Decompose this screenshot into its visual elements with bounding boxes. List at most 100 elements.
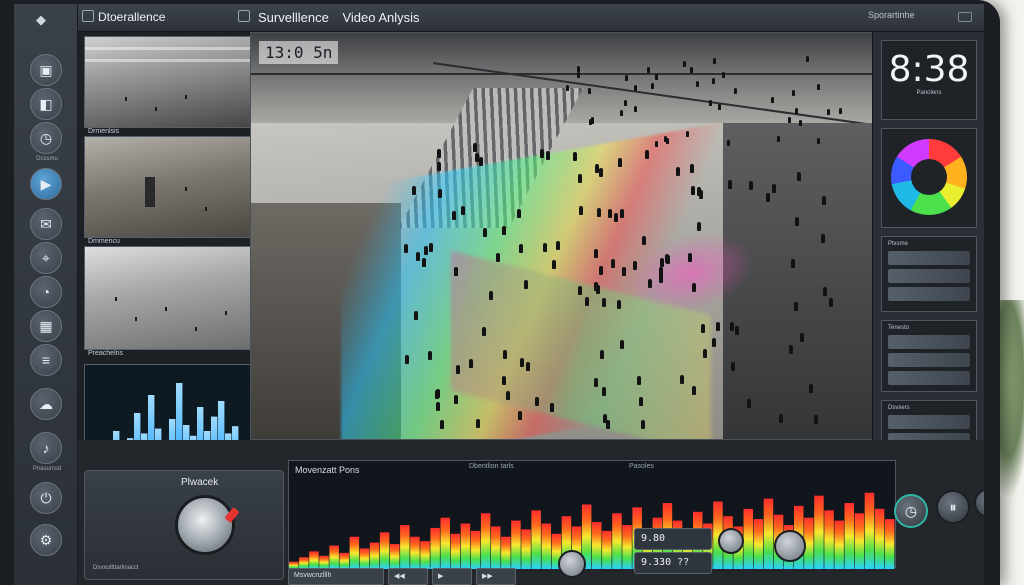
pedestrian [434,389,439,399]
pedestrian [794,302,799,312]
camera-thumb-2[interactable] [84,136,252,238]
chart-bar [491,526,501,569]
pedestrian [594,248,599,258]
pause-button[interactable]: ⏸ [936,490,970,524]
toggle-button[interactable] [718,528,744,554]
chart-bar [410,536,420,569]
readout-1: 9.80 [634,528,712,550]
pedestrian [601,297,606,307]
pedestrian [411,186,416,196]
pedestrian [817,138,821,145]
chart-bar [420,541,430,569]
pedestrian [734,325,739,335]
movement-chart-title: Movenzatt Pons [295,465,360,475]
clock-icon[interactable]: ◷ [30,122,62,154]
pedestrian [594,164,599,174]
pedestrian [619,339,624,349]
record-button[interactable]: ● [974,488,984,518]
cloud-icon[interactable]: ☁ [30,388,62,420]
camera-thumb-1[interactable] [84,36,252,128]
left-icon-bar: ◆ ▣ ◧ ◷ Dcssmu ▶ ✉ ⌖ ◔ ▦ ≡ ☁ ♪ Pnasumsd … [14,4,78,585]
chart-bar [531,510,541,569]
chart-bar [763,498,774,569]
color-wheel-widget[interactable] [881,128,977,228]
pedestrian [702,349,707,359]
pedestrian [440,420,445,430]
main-camera-feed[interactable]: 13:0 5n [250,32,874,440]
pedestrian [770,97,774,104]
header-center-title: Survelllence Video Anlysis [258,10,420,25]
pedestrian [821,195,826,205]
settings-icon[interactable] [238,10,250,22]
pedestrian [698,190,703,200]
image-icon[interactable]: ◧ [30,88,62,120]
pedestrian [475,153,480,163]
camera-thumb-3[interactable] [84,246,252,350]
stats-row [888,287,970,301]
shuttle-knob[interactable] [558,550,586,578]
step-back-button[interactable]: ◀◀ [388,568,428,585]
pedestrian [593,281,598,291]
menu-icon[interactable]: ≡ [30,344,62,376]
playback-caption: Dsvxuttttarlinaccl [93,565,139,571]
window-maximize-icon[interactable] [958,12,972,22]
pedestrian [808,383,813,393]
pedestrian [683,60,687,67]
action-buttons: ◷ ⏸ ● [894,480,984,570]
pedestrian [579,205,584,215]
chat-icon[interactable]: ✉ [30,208,62,240]
video-icon[interactable] [82,10,94,22]
pedestrian [633,261,638,271]
gauge-icon[interactable]: ◔ [30,276,62,308]
settings-icon[interactable]: ⚙ [30,524,62,556]
step-forward-button[interactable]: ▶▶ [476,568,516,585]
chart-bar [430,527,440,569]
pedestrian [614,213,619,223]
chart-bar [379,532,390,569]
snapshot-button[interactable]: ◷ [894,494,928,528]
stats-row[interactable] [888,415,970,429]
pedestrian [546,150,551,160]
pedestrian [576,71,580,78]
footer-label[interactable]: Msvwcnzlllh [288,568,384,585]
chart-bar [460,523,471,569]
grid-icon[interactable]: ▦ [30,310,62,342]
pedestrian [413,311,418,321]
chart-bar [400,525,410,569]
chart-bar [743,508,753,569]
chart-bar [369,542,380,569]
camera-icon[interactable]: ▣ [30,54,62,86]
chart-bar [309,551,319,569]
video-icon[interactable]: ▶ [30,168,62,200]
pedestrian [654,73,658,80]
pedestrian [526,361,531,371]
pedestrian [552,259,557,269]
pedestrian [502,375,507,385]
pedestrian [713,57,717,64]
pedestrian [680,375,685,385]
playback-jog-dial[interactable] [175,495,235,555]
location-icon[interactable]: ⌖ [30,242,62,274]
pedestrian [688,252,693,262]
chart-bar [602,530,612,569]
stats-label-2: Tenesto [888,325,910,331]
pedestrian [606,420,611,430]
pedestrian [594,377,599,387]
play-button[interactable]: ▶ [432,568,472,585]
pedestrian [685,130,689,137]
pedestrian [675,167,680,177]
pedestrian [829,298,833,308]
pedestrian [623,99,627,106]
thumb-label-2: Dmmencu [88,238,120,245]
power-icon[interactable]: ⏻ [30,482,62,514]
speaker-icon[interactable]: ♪ [30,432,62,464]
pedestrian [695,80,699,87]
stats-row [888,353,970,367]
volume-knob[interactable] [774,530,806,562]
pedestrian [700,324,705,334]
chart-bar [329,545,339,569]
monitor-bezel: ◆ ▣ ◧ ◷ Dcssmu ▶ ✉ ⌖ ◔ ▦ ≡ ☁ ♪ Pnasumsd … [0,0,1000,585]
stats-row [888,371,970,385]
pedestrian [821,233,826,243]
pedestrian [456,365,461,375]
